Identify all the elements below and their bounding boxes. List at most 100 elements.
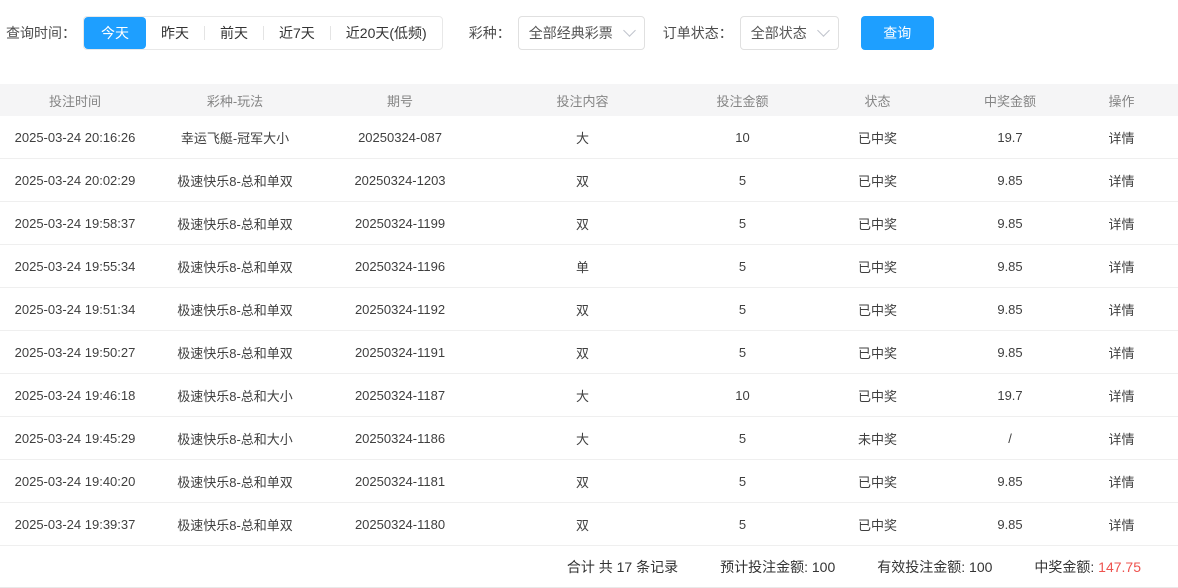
col-bet-time: 投注时间: [0, 84, 150, 116]
cell-status: 已中奖: [800, 158, 955, 202]
lottery-type-select[interactable]: 全部经典彩票: [517, 15, 645, 50]
cell-bet-time: 2025-03-24 19:51:34: [0, 287, 150, 331]
cell-game: 极速快乐8-总和大小: [150, 373, 320, 417]
cell-status: 已中奖: [800, 373, 955, 417]
cell-game: 极速快乐8-总和单双: [150, 459, 320, 503]
cell-status: 已中奖: [800, 502, 955, 546]
cell-amount: 5: [685, 502, 800, 546]
cell-bet-time: 2025-03-24 19:39:37: [0, 502, 150, 546]
cell-amount: 5: [685, 158, 800, 202]
table-header: 投注时间 彩种-玩法 期号 投注内容 投注金额 状态 中奖金额 操作: [0, 84, 1178, 116]
cell-content: 双: [480, 459, 685, 503]
cell-content: 单: [480, 244, 685, 288]
cell-amount: 5: [685, 287, 800, 331]
col-status: 状态: [800, 84, 955, 116]
detail-link[interactable]: 详情: [1065, 502, 1178, 546]
cell-win-amount: 9.85: [955, 459, 1065, 503]
detail-link[interactable]: 详情: [1065, 287, 1178, 331]
table-row: 2025-03-24 20:16:26 幸运飞艇-冠军大小 20250324-087…: [0, 116, 1178, 159]
cell-bet-time: 2025-03-24 20:16:26: [0, 116, 150, 159]
time-option-last7days[interactable]: 近7天: [264, 17, 330, 49]
cell-issue: 20250324-1180: [320, 502, 480, 546]
table-row: 2025-03-24 20:02:29 极速快乐8-总和单双 20250324-12…: [0, 158, 1178, 202]
cell-win-amount: 9.85: [955, 201, 1065, 245]
search-button[interactable]: 查询: [860, 15, 934, 50]
order-status-label: 订单状态：: [662, 24, 733, 41]
detail-link[interactable]: 详情: [1065, 116, 1178, 159]
cell-content: 双: [480, 158, 685, 202]
cell-win-amount: 9.85: [955, 158, 1065, 202]
cell-issue: 20250324-1192: [320, 287, 480, 331]
lottery-type-label: 彩种：: [468, 24, 511, 41]
cell-content: 双: [480, 330, 685, 374]
time-option-yesterday[interactable]: 昨天: [146, 17, 204, 49]
cell-bet-time: 2025-03-24 19:40:20: [0, 459, 150, 503]
cell-status: 已中奖: [800, 287, 955, 331]
chevron-down-icon: [622, 24, 636, 37]
table-row: 2025-03-24 19:50:27 极速快乐8-总和单双 20250324-11…: [0, 330, 1178, 374]
summary-bar: 合计 共 17 条记录 预计投注金额: 100 有效投注金额: 100 中奖金额…: [0, 546, 1178, 588]
time-option-daybefore[interactable]: 前天: [205, 17, 263, 49]
cell-bet-time: 2025-03-24 19:58:37: [0, 201, 150, 245]
cell-bet-time: 2025-03-24 19:46:18: [0, 373, 150, 417]
table-row: 2025-03-24 19:51:34 极速快乐8-总和单双 20250324-11…: [0, 287, 1178, 331]
time-range-group: 今天 昨天 前天 近7天 近20天(低频): [83, 15, 443, 50]
cell-game: 极速快乐8-总和大小: [150, 416, 320, 460]
detail-link[interactable]: 详情: [1065, 158, 1178, 202]
table-row: 2025-03-24 19:55:34 极速快乐8-总和单双 20250324-11…: [0, 244, 1178, 288]
cell-win-amount: 19.7: [955, 373, 1065, 417]
cell-status: 已中奖: [800, 116, 955, 159]
time-option-last20days[interactable]: 近20天(低频): [331, 17, 442, 49]
col-issue: 期号: [320, 84, 480, 116]
bet-records-table: 投注时间 彩种-玩法 期号 投注内容 投注金额 状态 中奖金额 操作 2025-…: [0, 84, 1178, 546]
cell-win-amount: 19.7: [955, 116, 1065, 159]
cell-amount: 5: [685, 244, 800, 288]
detail-link[interactable]: 详情: [1065, 244, 1178, 288]
cell-amount: 5: [685, 330, 800, 374]
col-action: 操作: [1065, 84, 1178, 116]
cell-win-amount: 9.85: [955, 502, 1065, 546]
col-game: 彩种-玩法: [150, 84, 320, 116]
order-status-value: 全部状态: [750, 24, 807, 41]
table-row: 2025-03-24 19:40:20 极速快乐8-总和单双 20250324-11…: [0, 459, 1178, 503]
cell-content: 大: [480, 373, 685, 417]
expected-bet-amount: 预计投注金额: 100: [720, 558, 836, 575]
cell-issue: 20250324-1187: [320, 373, 480, 417]
table-row: 2025-03-24 19:46:18 极速快乐8-总和大小 20250324-11…: [0, 373, 1178, 417]
query-time-label: 查询时间：: [6, 24, 76, 41]
lottery-type-value: 全部经典彩票: [528, 24, 613, 41]
cell-status: 已中奖: [800, 330, 955, 374]
filter-bar: 查询时间： 今天 昨天 前天 近7天 近20天(低频) 彩种： 全部经典彩票 订…: [0, 0, 1178, 50]
table-row: 2025-03-24 19:39:37 极速快乐8-总和单双 20250324-11…: [0, 502, 1178, 546]
cell-bet-time: 2025-03-24 19:45:29: [0, 416, 150, 460]
cell-win-amount: 9.85: [955, 287, 1065, 331]
cell-amount: 5: [685, 201, 800, 245]
detail-link[interactable]: 详情: [1065, 459, 1178, 503]
cell-game: 极速快乐8-总和单双: [150, 287, 320, 331]
table-body: 2025-03-24 20:16:26 幸运飞艇-冠军大小 20250324-087…: [0, 116, 1178, 546]
cell-content: 大: [480, 416, 685, 460]
cell-bet-time: 2025-03-24 19:55:34: [0, 244, 150, 288]
cell-amount: 5: [685, 459, 800, 503]
table-row: 2025-03-24 19:58:37 极速快乐8-总和单双 20250324-11…: [0, 201, 1178, 245]
valid-bet-amount: 有效投注金额: 100: [877, 558, 993, 575]
chevron-down-icon: [816, 24, 830, 37]
cell-issue: 20250324-1199: [320, 201, 480, 245]
cell-status: 已中奖: [800, 459, 955, 503]
cell-amount: 10: [685, 116, 800, 159]
cell-issue: 20250324-1203: [320, 158, 480, 202]
time-option-today[interactable]: 今天: [84, 16, 146, 49]
total-win-amount: 中奖金额: 147.75: [1034, 558, 1141, 575]
col-win-amount: 中奖金额: [955, 84, 1065, 116]
detail-link[interactable]: 详情: [1065, 373, 1178, 417]
cell-game: 极速快乐8-总和单双: [150, 330, 320, 374]
cell-issue: 20250324-1181: [320, 459, 480, 503]
detail-link[interactable]: 详情: [1065, 416, 1178, 460]
detail-link[interactable]: 详情: [1065, 330, 1178, 374]
cell-status: 已中奖: [800, 201, 955, 245]
cell-issue: 20250324-087: [320, 116, 480, 159]
cell-game: 极速快乐8-总和单双: [150, 244, 320, 288]
cell-issue: 20250324-1196: [320, 244, 480, 288]
detail-link[interactable]: 详情: [1065, 201, 1178, 245]
order-status-select[interactable]: 全部状态: [739, 15, 839, 50]
